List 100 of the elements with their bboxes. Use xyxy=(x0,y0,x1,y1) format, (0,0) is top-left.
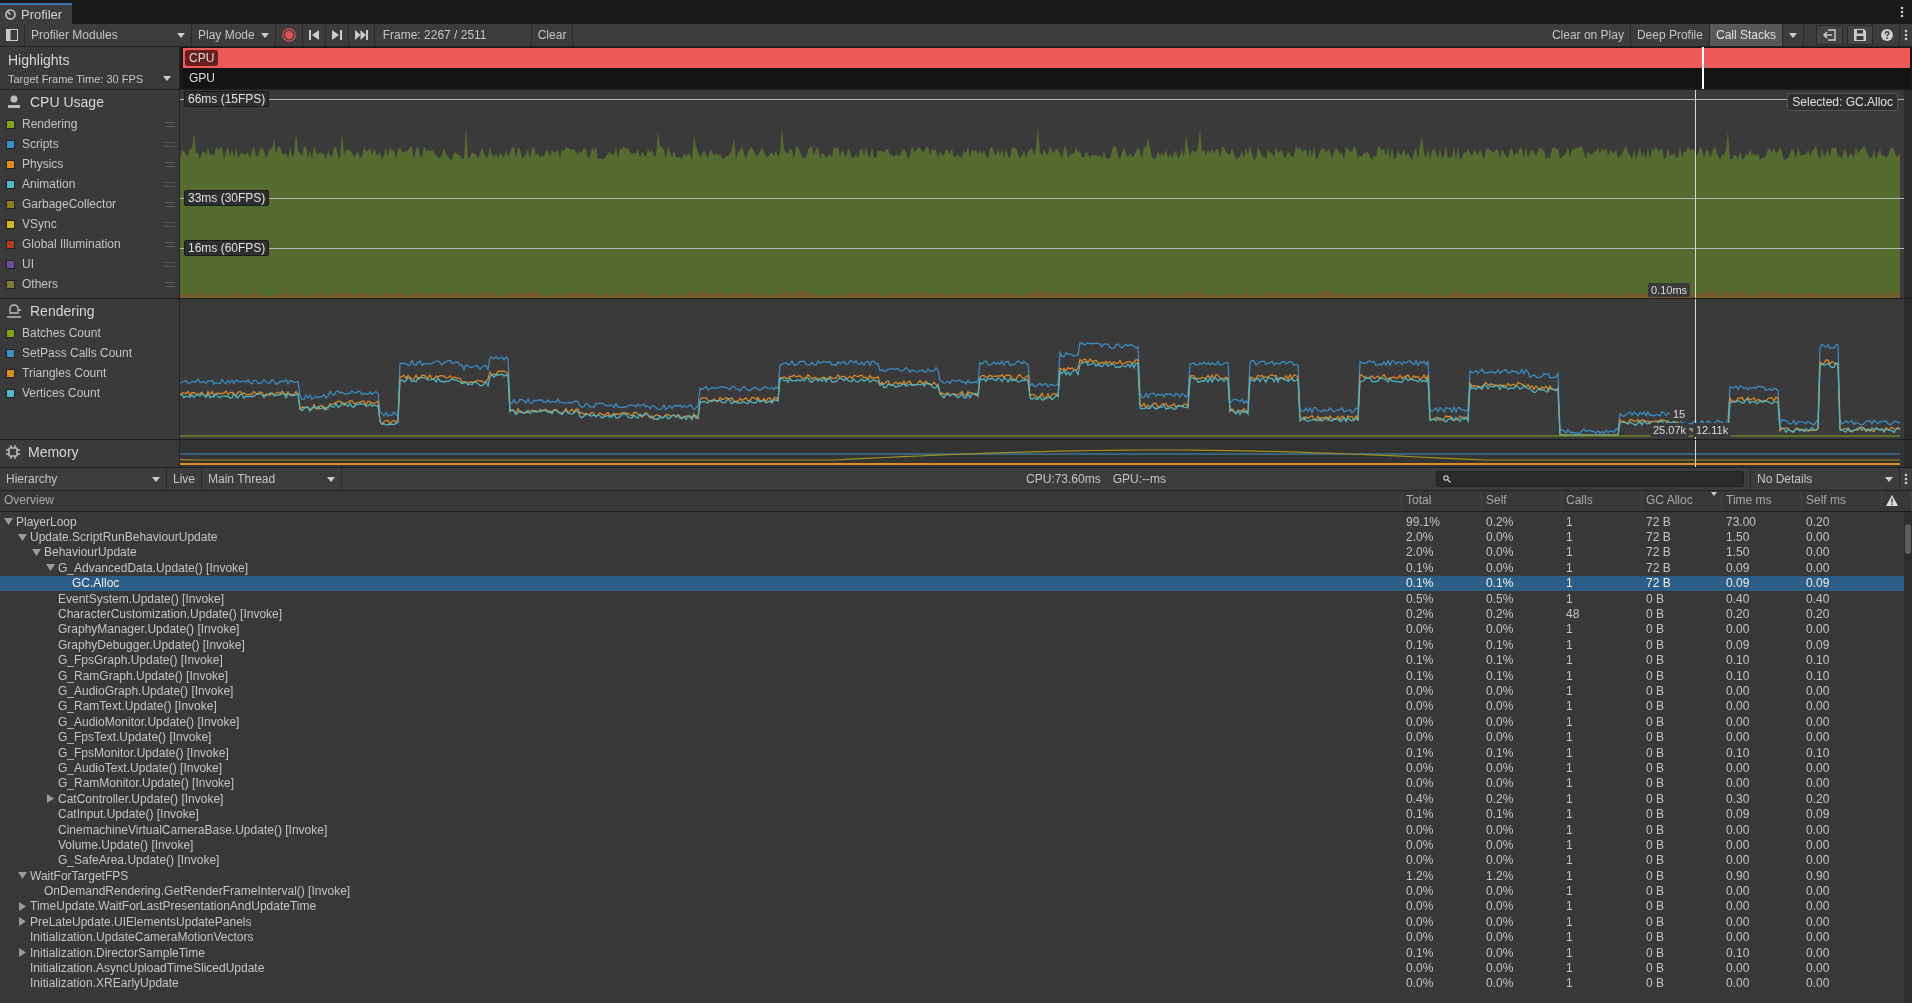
scrollbar-thumb[interactable] xyxy=(1905,524,1911,554)
table-row[interactable]: EventSystem.Update() [Invoke] 0.5% 0.5% 1 0 B 0.40 0.40 xyxy=(0,590,1904,607)
table-row[interactable]: OnDemandRendering.GetRenderFrameInterval() [Invoke] 0.0% 0.0% 1 0 B 0.00 0.00 xyxy=(0,883,1904,899)
table-row[interactable]: GraphyManager.Update() [Invoke] 0.0% 0.0% 1 0 B 0.00 0.00 xyxy=(0,621,1904,638)
table-cell-text: 0.0% xyxy=(1405,837,1435,852)
legend-label[interactable]: SetPass Calls Count xyxy=(22,346,179,360)
legend-label[interactable]: Others xyxy=(22,277,165,291)
table-cell-text: 72 B xyxy=(1645,576,1672,591)
function-name: Volume.Update() [Invoke] xyxy=(58,837,194,852)
column-header[interactable]: Total xyxy=(1402,492,1482,511)
drag-handle-icon[interactable] xyxy=(165,161,175,167)
drag-handle-icon[interactable] xyxy=(165,241,175,247)
table-row[interactable]: G_AudioText.Update() [Invoke] 0.0% 0.0% 1 0 B 0.00 0.00 xyxy=(0,760,1904,776)
kebab-menu-icon[interactable] xyxy=(1900,6,1904,18)
legend-label[interactable]: Physics xyxy=(22,157,165,171)
column-header[interactable]: Time ms xyxy=(1722,492,1802,511)
expand-arrow-icon[interactable] xyxy=(18,917,27,927)
table-row[interactable]: WaitForTargetFPS 1.2% 1.2% 1 0 B 0.90 0.90 xyxy=(0,868,1904,884)
drag-handle-icon[interactable] xyxy=(165,221,175,227)
drag-handle-icon[interactable] xyxy=(165,201,175,207)
table-row[interactable]: CatController.Update() [Invoke] 0.4% 0.2% 1 0 B 0.30 0.20 xyxy=(0,791,1904,807)
legend-label[interactable]: GarbageCollector xyxy=(22,197,165,211)
module-title[interactable]: Memory xyxy=(28,444,79,460)
import-icon xyxy=(1823,29,1836,41)
kebab-menu-icon[interactable] xyxy=(1904,29,1908,41)
legend-label[interactable]: Scripts xyxy=(22,137,165,151)
table-row[interactable]: G_RamText.Update() [Invoke] 0.0% 0.0% 1 0 B 0.00 0.00 xyxy=(0,698,1904,715)
column-header[interactable]: GC Alloc xyxy=(1642,492,1722,511)
table-row[interactable]: BehaviourUpdate 2.0% 0.0% 1 72 B 1.50 0.00 xyxy=(0,544,1904,561)
legend-label[interactable]: Vertices Count xyxy=(22,386,179,400)
module-title[interactable]: CPU Usage xyxy=(30,94,104,110)
table-row[interactable]: PlayerLoop 99.1% 0.2% 1 72 B 73.00 0.20 xyxy=(0,514,1904,530)
module-title[interactable]: Rendering xyxy=(30,303,95,319)
table-row[interactable]: G_AdvancedData.Update() [Invoke] 0.1% 0.0% 1 72 B 0.09 0.00 xyxy=(0,560,1904,576)
table-row[interactable]: GC.Alloc 0.1% 0.1% 1 72 B 0.09 0.09 xyxy=(0,575,1904,591)
legend-label[interactable]: Triangles Count xyxy=(22,366,179,380)
function-name: GC.Alloc xyxy=(72,576,120,591)
legend-label[interactable]: Global Illumination xyxy=(22,237,165,251)
legend-label[interactable]: Rendering xyxy=(22,117,165,131)
table-row[interactable]: Initialization.AsyncUploadTimeSlicedUpdate 0.0% 0.0% 1 0 B 0.00 0.00 xyxy=(0,960,1904,976)
window-tab[interactable]: Profiler xyxy=(0,3,73,24)
table-row[interactable]: Volume.Update() [Invoke] 0.0% 0.0% 1 0 B 0.00 0.00 xyxy=(0,837,1904,853)
expand-arrow-icon[interactable] xyxy=(32,547,41,557)
table-row[interactable]: G_AudioGraph.Update() [Invoke] 0.0% 0.0% 1 0 B 0.00 0.00 xyxy=(0,683,1904,699)
function-name: CinemachineVirtualCameraBase.Update() [Invoke] xyxy=(58,822,328,837)
function-name: OnDemandRendering.GetRenderFrameInterval() [Invoke] xyxy=(44,884,351,899)
table-row[interactable]: G_RamMonitor.Update() [Invoke] 0.0% 0.0% 1 0 B 0.00 0.00 xyxy=(0,775,1904,792)
table-cell-text: 0.0% xyxy=(1405,976,1435,991)
clear-button[interactable]: Clear xyxy=(531,24,574,46)
table-row[interactable]: TimeUpdate.WaitForLastPresentationAndUpdateTime 0.0% 0.0% 1 0 B 0.00 0.00 xyxy=(0,898,1904,915)
expand-arrow-icon[interactable] xyxy=(46,794,55,804)
expand-arrow-icon[interactable] xyxy=(18,532,27,542)
column-header[interactable]: Self ms xyxy=(1802,492,1882,511)
expand-arrow-icon[interactable] xyxy=(18,871,27,881)
table-row[interactable]: G_RamGraph.Update() [Invoke] 0.1% 0.1% 1 0 B 0.10 0.10 xyxy=(0,667,1904,684)
details-dropdown[interactable]: No Details xyxy=(1750,468,1900,490)
function-name: G_AudioText.Update() [Invoke] xyxy=(58,760,223,775)
table-row[interactable]: G_FpsText.Update() [Invoke] 0.0% 0.0% 1 0 B 0.00 0.00 xyxy=(0,729,1904,745)
table-row[interactable]: CatInput.Update() [Invoke] 0.1% 0.1% 1 0 B 0.09 0.09 xyxy=(0,806,1904,822)
column-header[interactable]: Overview xyxy=(0,492,1402,511)
drag-handle-icon[interactable] xyxy=(165,141,175,147)
expand-arrow-icon[interactable] xyxy=(18,901,27,911)
search-field[interactable] xyxy=(1436,471,1744,487)
toggle-button[interactable]: Deep Profile xyxy=(1630,24,1710,46)
column-header[interactable]: Calls xyxy=(1562,492,1642,511)
table-cell-text: 0.00 xyxy=(1725,914,1751,929)
drag-handle-icon[interactable] xyxy=(165,261,175,267)
expand-arrow-icon[interactable] xyxy=(4,517,13,527)
table-row[interactable]: CharacterCustomization.Update() [Invoke] 0.2% 0.2% 48 0 B 0.20 0.20 xyxy=(0,606,1904,622)
legend-label[interactable]: Animation xyxy=(22,177,165,191)
table-row[interactable]: G_AudioMonitor.Update() [Invoke] 0.0% 0.0% 1 0 B 0.00 0.00 xyxy=(0,714,1904,730)
drag-handle-icon[interactable] xyxy=(165,121,175,127)
table-cell-text: 0.00 xyxy=(1805,684,1831,698)
toggle-button[interactable]: Clear on Play xyxy=(1545,24,1631,46)
expand-arrow-icon[interactable] xyxy=(46,563,55,573)
table-row[interactable]: CinemachineVirtualCameraBase.Update() [Invoke] 0.0% 0.0% 1 0 B 0.00 0.00 xyxy=(0,821,1904,838)
table-row[interactable]: G_FpsMonitor.Update() [Invoke] 0.1% 0.1% 1 0 B 0.10 0.10 xyxy=(0,744,1904,761)
table-row[interactable]: Initialization.DirectorSampleTime 0.1% 0.0% 1 0 B 0.10 0.00 xyxy=(0,944,1904,961)
table-row[interactable]: Initialization.XREarlyUpdate 0.0% 0.0% 1 0 B 0.00 0.00 xyxy=(0,975,1904,992)
save-button[interactable] xyxy=(1847,25,1873,45)
kebab-menu-icon[interactable] xyxy=(1904,473,1908,485)
target-frame-time-dropdown[interactable]: Target Frame Time: 30 FPS xyxy=(0,72,179,85)
expand-arrow-icon[interactable] xyxy=(18,948,27,958)
table-row[interactable]: Update.ScriptRunBehaviourUpdate 2.0% 0.0% 1 72 B 1.50 0.00 xyxy=(0,529,1904,545)
drag-handle-icon[interactable] xyxy=(165,281,175,287)
table-row[interactable]: Initialization.UpdateCameraMotionVectors 0.0% 0.0% 1 0 B 0.00 0.00 xyxy=(0,929,1904,945)
toggle-button[interactable]: Call Stacks xyxy=(1709,24,1783,46)
table-row[interactable]: PreLateUpdate.UIElementsUpdatePanels 0.0% 0.0% 1 0 B 0.00 0.00 xyxy=(0,914,1904,930)
table-cell-text: 0 B xyxy=(1645,930,1665,945)
table-row[interactable]: G_FpsGraph.Update() [Invoke] 0.1% 0.1% 1 0 B 0.10 0.10 xyxy=(0,652,1904,668)
legend-label[interactable]: UI xyxy=(22,257,165,271)
table-cell-text: 0 B xyxy=(1645,607,1665,622)
column-header[interactable]: Self xyxy=(1482,492,1562,511)
drag-handle-icon[interactable] xyxy=(165,181,175,187)
warning-icon[interactable] xyxy=(1886,494,1898,506)
legend-label[interactable]: VSync xyxy=(22,217,165,231)
table-row[interactable]: G_SafeArea.Update() [Invoke] 0.0% 0.0% 1 0 B 0.00 0.00 xyxy=(0,852,1904,868)
load-button[interactable] xyxy=(1816,25,1843,45)
legend-label[interactable]: Batches Count xyxy=(22,326,179,340)
table-row[interactable]: GraphyDebugger.Update() [Invoke] 0.1% 0.1% 1 0 B 0.09 0.09 xyxy=(0,637,1904,653)
